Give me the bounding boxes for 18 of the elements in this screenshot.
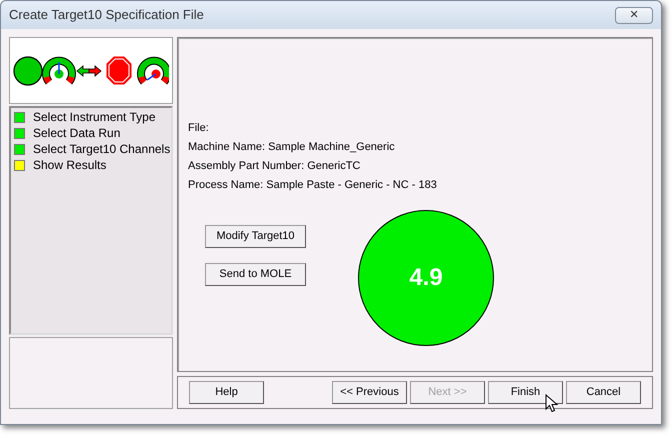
info-line: Assembly Part Number: GenericTC — [188, 160, 362, 173]
close-button[interactable]: ✕ — [615, 6, 653, 24]
footer-button[interactable]: << Previous — [332, 381, 407, 404]
action-button[interactable]: Send to MOLE — [205, 263, 306, 286]
result-indicator: 4.9 — [358, 210, 494, 346]
step-label: Show Results — [33, 157, 106, 174]
info-line: File: — [188, 122, 210, 135]
window-title: Create Target10 Specification File — [9, 6, 204, 24]
step-label: Select Instrument Type — [33, 109, 156, 126]
mouse-cursor-icon — [545, 394, 560, 414]
step-label: Select Data Run — [33, 125, 120, 142]
footer-button[interactable]: Help — [189, 381, 264, 404]
footer-button[interactable]: Cancel — [566, 381, 641, 404]
info-line: Process Name: Sample Paste - Generic - NC - 183 — [188, 179, 437, 192]
step-label: Select Target10 Channels — [33, 141, 170, 158]
footer-button[interactable]: Finish — [488, 381, 563, 404]
info-line: Machine Name: Sample Machine_Generic — [188, 141, 396, 154]
action-button[interactable]: Modify Target10 — [205, 225, 306, 248]
